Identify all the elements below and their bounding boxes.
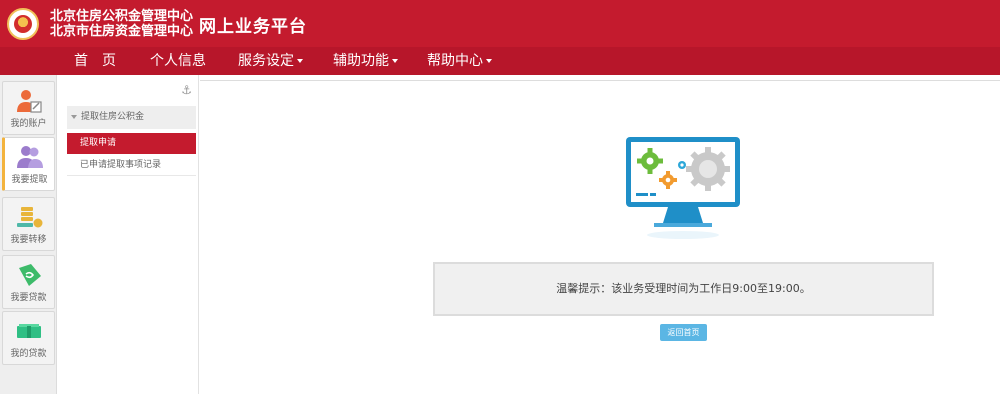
rail-item-label: 我要贷款 xyxy=(10,293,47,303)
rail-item-label: 我的账户 xyxy=(10,119,47,129)
platform-title: 网上业务平台 xyxy=(199,17,307,37)
back-to-home-button[interactable]: 返回首页 xyxy=(660,324,707,341)
nav-home[interactable]: 首 页 xyxy=(74,47,116,75)
my-loan-icon xyxy=(16,324,41,338)
notice-box: 温馨提示：该业务受理时间为工作日9:00至19:00。 xyxy=(433,262,934,316)
notice-text: 温馨提示：该业务受理时间为工作日9:00至19:00。 xyxy=(556,282,811,295)
submenu-item-withdraw-records[interactable]: 已申请提取事项记录 xyxy=(67,155,196,176)
main-nav: 首 页 个人信息 服务设定 辅助功能 帮助中心 xyxy=(0,47,1000,75)
caret-down-icon xyxy=(486,59,492,63)
rail-item-label: 我的贷款 xyxy=(10,349,47,359)
submenu-item-label: 提取申请 xyxy=(80,138,117,148)
triangle-down-icon xyxy=(71,114,77,119)
rail-item-label: 我要提取 xyxy=(11,175,48,185)
submenu-item-label: 已申请提取事项记录 xyxy=(80,160,162,170)
top-header: 北京住房公积金管理中心 北京市住房资金管理中心 网上业务平台 xyxy=(0,0,1000,47)
loan-icon xyxy=(18,264,41,286)
rail-item-my-account[interactable]: 我的账户 xyxy=(2,81,55,135)
nav-auxiliary[interactable]: 辅助功能 xyxy=(333,47,398,75)
org-names: 北京住房公积金管理中心 北京市住房资金管理中心 xyxy=(50,9,193,39)
maintenance-monitor-icon xyxy=(626,137,740,239)
submenu-item-withdraw-apply[interactable]: 提取申请 xyxy=(67,133,196,154)
rail-item-label: 我要转移 xyxy=(10,235,47,245)
nav-personal-info-label: 个人信息 xyxy=(150,53,206,69)
logo-icon xyxy=(7,8,39,40)
nav-service-settings[interactable]: 服务设定 xyxy=(238,47,303,75)
rail-item-my-loans[interactable]: 我的贷款 xyxy=(2,311,55,365)
withdraw-icon xyxy=(16,146,43,168)
main-content: 温馨提示：该业务受理时间为工作日9:00至19:00。 返回首页 xyxy=(200,80,1000,394)
rail-item-transfer[interactable]: 我要转移 xyxy=(2,197,55,251)
nav-help-center[interactable]: 帮助中心 xyxy=(427,47,492,75)
nav-personal-info[interactable]: 个人信息 xyxy=(150,47,206,75)
nav-auxiliary-label: 辅助功能 xyxy=(333,53,389,69)
rail-item-withdraw[interactable]: 我要提取 xyxy=(2,137,55,191)
org-name-1: 北京住房公积金管理中心 xyxy=(50,9,194,24)
transfer-icon xyxy=(16,207,42,228)
sub-menu: ⚓ 提取住房公积金 提取申请 已申请提取事项记录 xyxy=(57,75,199,394)
nav-home-label: 首 页 xyxy=(74,53,116,69)
rail-item-loan[interactable]: 我要贷款 xyxy=(2,255,55,309)
submenu-group-label: 提取住房公积金 xyxy=(81,112,145,122)
org-name-2: 北京市住房资金管理中心 xyxy=(50,24,194,39)
nav-help-center-label: 帮助中心 xyxy=(427,53,483,69)
caret-down-icon xyxy=(297,59,303,63)
nav-service-settings-label: 服务设定 xyxy=(238,53,294,69)
account-icon xyxy=(16,90,42,113)
caret-down-icon xyxy=(392,59,398,63)
submenu-group-header[interactable]: 提取住房公积金 xyxy=(67,106,196,129)
left-rail: 我的账户 我要提取 我要转移 我要贷款 我的贷款 xyxy=(0,75,57,394)
anchor-icon[interactable]: ⚓ xyxy=(181,83,192,97)
